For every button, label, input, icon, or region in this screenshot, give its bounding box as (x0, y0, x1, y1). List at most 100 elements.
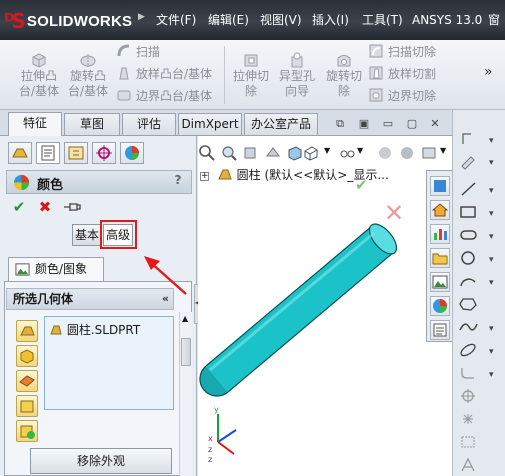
ellipse-icon[interactable]: ▾ (457, 341, 503, 359)
tab-dimxpert[interactable]: DimXpert (178, 113, 242, 135)
more-commands-icon[interactable]: » (484, 64, 493, 80)
configuration-manager-tab[interactable] (64, 142, 88, 164)
point-icon[interactable] (457, 410, 503, 428)
tab-office-products[interactable]: 办公室产品 (244, 113, 318, 135)
face-filter-button[interactable] (16, 370, 38, 392)
extruded-boss-button[interactable]: 拉伸凸 台/基体 (17, 52, 61, 99)
design-library-button[interactable] (430, 200, 450, 220)
chevron-down-icon[interactable]: ▼ (324, 146, 330, 155)
sweep-button[interactable]: 扫描 (116, 42, 160, 62)
tile-icon[interactable]: ▣ (357, 118, 371, 130)
feature-tree-icon (12, 148, 28, 158)
tab-sketch[interactable]: 草图 (64, 113, 120, 135)
hide-show-items-icon[interactable] (338, 144, 356, 162)
revolved-cut-button[interactable]: 旋转切 除 (322, 52, 366, 99)
solidworks-resources-button[interactable] (430, 176, 450, 196)
menu-view[interactable]: 视图(V) (260, 10, 302, 30)
color-image-tab[interactable]: 颜色/图象 (8, 257, 104, 281)
view-settings-icon[interactable] (420, 144, 438, 162)
loft-button[interactable]: 放样凸台/基体 (116, 64, 212, 84)
feature-tree-tab[interactable] (8, 142, 32, 164)
svg-text:▾: ▾ (489, 158, 494, 168)
body-filter-button[interactable] (16, 345, 38, 367)
arc-icon[interactable]: ▾ (457, 272, 503, 290)
apply-scene-icon[interactable] (398, 144, 416, 162)
lofted-cut-button[interactable]: 放样切割 (368, 64, 436, 84)
svg-text:▾: ▾ (489, 324, 494, 334)
extruded-cut-button[interactable]: 拉伸切 除 (229, 52, 273, 99)
swept-cut-button[interactable]: 扫描切除 (368, 42, 436, 62)
scrollbar[interactable]: ▲ (179, 312, 192, 476)
ok-check-icon[interactable]: ✔ (10, 198, 28, 216)
centerline-icon[interactable] (457, 433, 503, 451)
boundary-cut-button[interactable]: 边界切除 (368, 86, 436, 106)
zoom-area-icon[interactable] (220, 144, 238, 162)
dimxpert-manager-tab[interactable] (92, 142, 116, 164)
fillet-icon[interactable]: ▾ (457, 364, 503, 382)
extruded-boss-label-2: 台/基体 (18, 84, 60, 98)
help-icon[interactable]: ? (171, 173, 185, 187)
hole-wizard-label-1: 异型孔 (278, 69, 315, 83)
previous-view-icon[interactable] (242, 144, 260, 162)
view-palette-button[interactable] (430, 248, 450, 268)
chevron-right-icon[interactable]: ▶ (138, 12, 150, 28)
cancel-x-icon[interactable]: ✖ (36, 198, 54, 216)
edit-appearance-icon[interactable] (376, 144, 394, 162)
menu-insert[interactable]: 插入(I) (312, 10, 349, 30)
section-view-icon[interactable] (264, 144, 282, 162)
appearances-scenes-button[interactable] (430, 296, 450, 316)
appearances-button[interactable] (430, 272, 450, 292)
tab-evaluate[interactable]: 评估 (122, 113, 176, 135)
list-item[interactable]: 圆柱.SLDPRT (49, 321, 140, 338)
boundary-boss-button[interactable]: 边界凸台/基体 (116, 86, 212, 106)
menu-ansys[interactable]: ANSYS 13.0 (412, 10, 482, 30)
hole-wizard-button[interactable]: 异型孔 向导 (275, 52, 319, 99)
line-icon[interactable]: ▾ (457, 180, 503, 198)
basic-button[interactable]: 基本 (72, 224, 102, 246)
component-icon (20, 425, 35, 439)
file-explorer-button[interactable] (430, 224, 450, 244)
circle-icon[interactable]: ▾ (457, 249, 503, 267)
selected-geometry-list[interactable]: 圆柱.SLDPRT (44, 316, 174, 410)
rectangle-icon[interactable]: ▾ (457, 203, 503, 221)
title-menu-bar: ᴰS SOLIDWORKS ▶ 文件(F) 编辑(E) 视图(V) 插入(I) … (0, 0, 505, 40)
spline-icon[interactable]: ▾ (457, 318, 503, 336)
polygon-icon[interactable] (457, 295, 503, 313)
display-style-icon[interactable] (302, 144, 320, 162)
close-icon[interactable]: ✕ (428, 118, 442, 130)
maximize-icon[interactable]: ▢ (405, 118, 419, 130)
chevron-down-icon[interactable]: ▼ (357, 146, 363, 155)
feature-filter-button[interactable] (16, 395, 38, 417)
custom-properties-button[interactable] (430, 320, 450, 340)
menu-tools[interactable]: 工具(T) (362, 10, 403, 30)
menu-window[interactable]: 窗 (488, 10, 500, 30)
configuration-manager-icon (68, 146, 84, 160)
display-manager-icon (125, 146, 139, 160)
lofted-cut-icon (369, 66, 383, 80)
slot-icon[interactable]: ▾ (457, 226, 503, 244)
display-manager-tab[interactable] (120, 142, 144, 164)
menu-file[interactable]: 文件(F) (156, 10, 196, 30)
tab-features[interactable]: 特征 (8, 112, 62, 136)
plane-icon[interactable] (457, 387, 503, 405)
property-manager-tab[interactable] (36, 142, 60, 164)
chevron-down-icon[interactable]: ▼ (440, 146, 446, 155)
expand-icon[interactable]: + (200, 172, 209, 181)
scroll-up-icon[interactable]: ▲ (182, 314, 188, 323)
smart-dimension-icon[interactable]: ▾ (457, 130, 503, 148)
remove-appearance-button[interactable]: 移除外观 (30, 448, 172, 474)
part-filter-button[interactable] (16, 320, 38, 342)
scrollbar-thumb[interactable] (181, 338, 191, 366)
hole-wizard-icon (291, 52, 303, 68)
sketch-icon[interactable]: ▾ (457, 152, 503, 170)
menu-edit[interactable]: 编辑(E) (208, 10, 249, 30)
pushpin-icon[interactable] (62, 200, 82, 214)
zoom-to-fit-icon[interactable] (198, 144, 216, 162)
revolved-boss-button[interactable]: 旋转凸 台/基体 (66, 52, 110, 99)
minimize-icon[interactable]: ▭ (381, 118, 395, 130)
restore-icon[interactable]: ⧉ (333, 118, 347, 130)
confirm-check-icon[interactable]: ✔ (355, 176, 368, 194)
component-filter-button[interactable] (16, 420, 38, 442)
solidworks-logo[interactable]: ᴰS SOLIDWORKS (4, 8, 136, 34)
text-icon[interactable] (457, 456, 503, 474)
